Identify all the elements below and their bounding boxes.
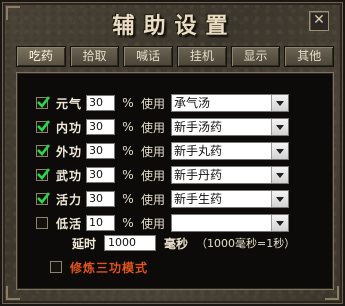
potion-select[interactable]: 新手汤药 bbox=[171, 118, 289, 136]
checkmark-icon bbox=[37, 120, 50, 132]
potion-row: 外功 30 % 使用 新手丸药 bbox=[36, 141, 289, 161]
use-label: 使用 bbox=[141, 144, 166, 159]
threshold-input[interactable]: 30 bbox=[86, 191, 115, 207]
row-label: 活力 bbox=[56, 192, 83, 207]
selected-potion: 新手汤药 bbox=[174, 120, 223, 134]
percent-label: % bbox=[122, 168, 134, 182]
row-label: 内功 bbox=[56, 120, 83, 135]
chevron-down-icon[interactable] bbox=[271, 167, 288, 183]
potion-row: 武功 30 % 使用 新手丹药 bbox=[36, 165, 289, 185]
potion-row: 活力 30 % 使用 新手生药 bbox=[36, 189, 289, 209]
percent-label: % bbox=[122, 216, 134, 230]
checkmark-icon bbox=[37, 96, 50, 108]
row-checkbox[interactable] bbox=[36, 96, 50, 109]
percent-label: % bbox=[122, 96, 134, 110]
auxiliary-settings-window: 辅助设置 ✕ 吃药 拾取 喊话 挂机 显示 其他 元气 30 % 使用 承气汤 … bbox=[0, 0, 345, 306]
tab-other[interactable]: 其他 bbox=[284, 46, 335, 67]
tab-display[interactable]: 显示 bbox=[230, 46, 281, 67]
chevron-down-icon[interactable] bbox=[271, 191, 288, 207]
tab-auto-battle[interactable]: 挂机 bbox=[177, 46, 227, 67]
potion-select[interactable]: 承气汤 bbox=[171, 94, 289, 112]
selected-potion: 承气汤 bbox=[174, 96, 211, 110]
delay-row: 延时 1000 毫秒 （1000毫秒=1秒） bbox=[72, 234, 295, 252]
threshold-input[interactable]: 10 bbox=[86, 215, 115, 231]
selected-potion: 新手丹药 bbox=[174, 168, 223, 182]
row-checkbox[interactable] bbox=[36, 217, 48, 229]
delay-label: 延时 bbox=[72, 236, 97, 251]
delay-input[interactable]: 1000 bbox=[104, 235, 156, 251]
chevron-down-icon[interactable] bbox=[271, 95, 288, 111]
chevron-down-icon[interactable] bbox=[271, 143, 288, 159]
close-button[interactable]: ✕ bbox=[309, 11, 329, 31]
delay-note: （1000毫秒=1秒） bbox=[196, 237, 296, 250]
threshold-input[interactable]: 30 bbox=[86, 119, 115, 135]
delay-unit: 毫秒 bbox=[164, 236, 189, 251]
use-label: 使用 bbox=[141, 120, 166, 135]
threshold-input[interactable]: 30 bbox=[86, 95, 115, 111]
percent-label: % bbox=[122, 144, 134, 158]
checkmark-icon bbox=[37, 192, 50, 204]
checkmark-icon bbox=[37, 144, 50, 156]
row-checkbox[interactable] bbox=[36, 120, 50, 133]
row-label: 元气 bbox=[56, 96, 83, 111]
cultivate-checkbox[interactable] bbox=[50, 261, 62, 273]
window-title: 辅助设置 bbox=[112, 13, 237, 39]
percent-label: % bbox=[122, 192, 134, 206]
tab-pickup[interactable]: 拾取 bbox=[69, 46, 120, 67]
row-label: 低活 bbox=[56, 216, 83, 231]
cultivate-row: 修炼三功模式 bbox=[50, 258, 148, 276]
use-label: 使用 bbox=[141, 216, 166, 231]
row-checkbox[interactable] bbox=[36, 168, 50, 181]
cultivate-label: 修炼三功模式 bbox=[70, 260, 149, 275]
row-label: 武功 bbox=[56, 168, 83, 183]
use-label: 使用 bbox=[141, 192, 166, 207]
chevron-down-icon[interactable] bbox=[271, 119, 288, 135]
selected-potion: 新手丸药 bbox=[174, 144, 223, 158]
row-checkbox[interactable] bbox=[36, 192, 50, 205]
row-label: 外功 bbox=[56, 144, 83, 159]
tab-shout[interactable]: 喊话 bbox=[123, 46, 174, 67]
selected-potion: 新手生药 bbox=[174, 192, 223, 206]
potion-row: 内功 30 % 使用 新手汤药 bbox=[36, 117, 289, 137]
tab-bar: 吃药 拾取 喊话 挂机 显示 其他 bbox=[16, 46, 335, 69]
potion-select[interactable] bbox=[171, 214, 289, 232]
checkmark-icon bbox=[37, 168, 50, 180]
potion-row: 元气 30 % 使用 承气汤 bbox=[36, 93, 289, 113]
potion-select[interactable]: 新手丸药 bbox=[171, 142, 289, 160]
use-label: 使用 bbox=[141, 96, 166, 111]
threshold-input[interactable]: 30 bbox=[86, 167, 115, 183]
row-checkbox[interactable] bbox=[36, 144, 50, 157]
percent-label: % bbox=[122, 120, 134, 134]
potion-select[interactable]: 新手丹药 bbox=[171, 166, 289, 184]
potion-select[interactable]: 新手生药 bbox=[171, 190, 289, 208]
chevron-down-icon[interactable] bbox=[271, 215, 288, 231]
use-label: 使用 bbox=[141, 168, 166, 183]
tab-medicine[interactable]: 吃药 bbox=[16, 46, 66, 67]
threshold-input[interactable]: 30 bbox=[86, 143, 115, 159]
potion-row: 低活 10 % 使用 bbox=[36, 213, 289, 233]
